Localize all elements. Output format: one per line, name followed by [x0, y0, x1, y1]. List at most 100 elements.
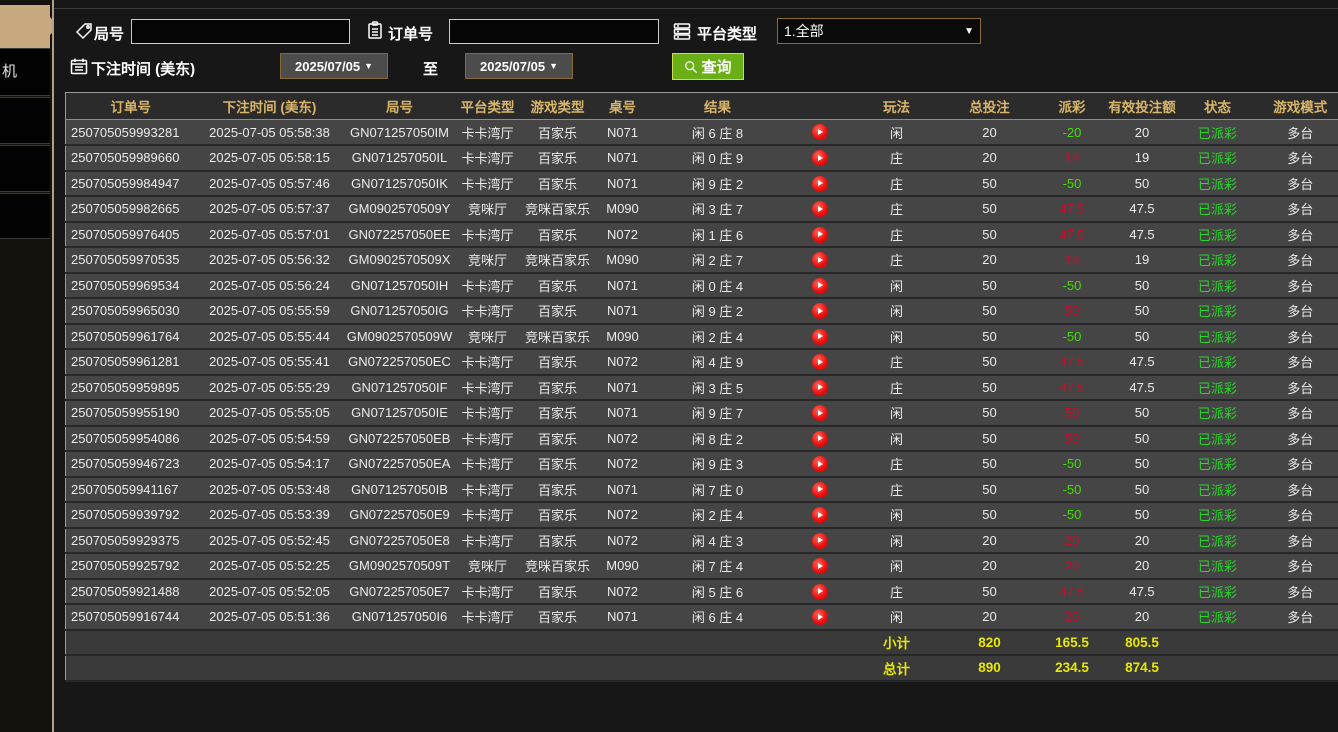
- bet-time-cell: 2025-07-05 05:57:46: [195, 170, 344, 197]
- payout-cell: -50: [1039, 502, 1105, 529]
- game-mode-cell: 多台: [1255, 578, 1338, 605]
- table-row: 250705059970535 2025-07-05 05:56:32 GM09…: [65, 247, 1338, 274]
- replay-play-icon[interactable]: [811, 532, 828, 549]
- replay-play-icon[interactable]: [811, 252, 828, 269]
- platform-cell: 卡卡湾厅: [455, 170, 520, 197]
- replay-play-icon[interactable]: [811, 303, 828, 320]
- payout-cell: 47.5: [1039, 349, 1105, 376]
- result-cell: 闲 9 庄 2: [649, 170, 786, 197]
- replay-play-icon[interactable]: [811, 507, 828, 524]
- bet-time-cell: 2025-07-05 05:55:44: [195, 323, 344, 350]
- table-number-cell: N071: [595, 119, 650, 146]
- replay-play-icon[interactable]: [811, 124, 828, 141]
- replay-play-icon[interactable]: [811, 354, 828, 371]
- play-type-cell: 庄: [853, 196, 940, 223]
- replay-play-icon[interactable]: [811, 558, 828, 575]
- replay-cell: [785, 400, 854, 427]
- table-number-cell: M090: [595, 553, 650, 580]
- replay-play-icon[interactable]: [811, 609, 828, 626]
- game-mode-cell: 多台: [1255, 221, 1338, 248]
- round-number-cell: GN072257050E9: [343, 502, 456, 529]
- bet-time-cell: 2025-07-05 05:55:41: [195, 349, 344, 376]
- status-cell: 已派彩: [1179, 119, 1256, 146]
- valid-bet-cell: 19: [1104, 247, 1180, 274]
- round-number-cell: GN071257050IK: [343, 170, 456, 197]
- replay-play-icon[interactable]: [811, 277, 828, 294]
- order-number-cell: 250705059970535: [65, 247, 196, 274]
- replay-play-icon[interactable]: [811, 201, 828, 218]
- replay-cell: [785, 119, 854, 146]
- replay-play-icon[interactable]: [811, 328, 828, 345]
- valid-bet-cell: 50: [1104, 502, 1180, 529]
- sidebar-item-2[interactable]: [0, 97, 50, 144]
- status-cell: 已派彩: [1179, 578, 1256, 605]
- result-cell: 闲 8 庄 2: [649, 425, 786, 452]
- replay-play-icon[interactable]: [811, 175, 828, 192]
- status-cell: 已派彩: [1179, 451, 1256, 478]
- round-number-input[interactable]: [131, 19, 350, 44]
- sidebar-active-tab[interactable]: [0, 5, 59, 48]
- table-number-cell: N072: [595, 451, 650, 478]
- replay-play-icon[interactable]: [811, 226, 828, 243]
- date-from-select[interactable]: 2025/07/05 ▼: [280, 53, 388, 79]
- status-cell: 已派彩: [1179, 196, 1256, 223]
- col-bet-time: 下注时间 (美东): [195, 92, 344, 120]
- payout-cell: -50: [1039, 170, 1105, 197]
- replay-play-icon[interactable]: [811, 583, 828, 600]
- replay-cell: [785, 476, 854, 503]
- search-button[interactable]: 查询: [672, 53, 744, 80]
- platform-cell: 卡卡湾厅: [455, 145, 520, 172]
- game-type-cell: 百家乐: [519, 298, 596, 325]
- result-cell: 闲 2 庄 7: [649, 247, 786, 274]
- platform-cell: 卡卡湾厅: [455, 374, 520, 401]
- table-number-cell: N071: [595, 170, 650, 197]
- bet-time-cell: 2025-07-05 05:52:45: [195, 527, 344, 554]
- status-cell: 已派彩: [1179, 323, 1256, 350]
- valid-bet-cell: 50: [1104, 170, 1180, 197]
- valid-bet-cell: 20: [1104, 553, 1180, 580]
- bet-time-cell: 2025-07-05 05:52:25: [195, 553, 344, 580]
- valid-bet-cell: 20: [1104, 527, 1180, 554]
- order-number-input[interactable]: [449, 19, 659, 44]
- table-row: 250705059989660 2025-07-05 05:58:15 GN07…: [65, 145, 1338, 172]
- chevron-down-icon: ▼: [549, 61, 558, 71]
- sidebar-item-4[interactable]: [0, 193, 50, 239]
- replay-play-icon[interactable]: [811, 405, 828, 422]
- table-number-cell: N071: [595, 374, 650, 401]
- replay-play-icon[interactable]: [811, 481, 828, 498]
- table-row: 250705059961764 2025-07-05 05:55:44 GM09…: [65, 323, 1338, 350]
- platform-cell: 竞咪厅: [455, 196, 520, 223]
- platform-cell: 卡卡湾厅: [455, 119, 520, 146]
- play-type-cell: 闲: [853, 527, 940, 554]
- bet-time-cell: 2025-07-05 05:55:59: [195, 298, 344, 325]
- grand-total-row: 总计 890 234.5 874.5: [65, 655, 1338, 682]
- play-type-cell: 庄: [853, 247, 940, 274]
- replay-cell: [785, 527, 854, 554]
- platform-cell: 竞咪厅: [455, 553, 520, 580]
- replay-play-icon[interactable]: [811, 430, 828, 447]
- result-cell: 闲 4 庄 3: [649, 527, 786, 554]
- col-platform: 平台类型: [455, 92, 520, 120]
- replay-cell: [785, 221, 854, 248]
- game-mode-cell: 多台: [1255, 298, 1338, 325]
- replay-play-icon[interactable]: [811, 456, 828, 473]
- result-cell: 闲 2 庄 4: [649, 323, 786, 350]
- sidebar-item-machine[interactable]: 机: [0, 48, 50, 96]
- sidebar-item-3[interactable]: [0, 145, 50, 192]
- round-number-cell: GM0902570509X: [343, 247, 456, 274]
- round-number-cell: GN071257050IE: [343, 400, 456, 427]
- replay-play-icon[interactable]: [811, 150, 828, 167]
- result-cell: 闲 1 庄 6: [649, 221, 786, 248]
- game-mode-cell: 多台: [1255, 553, 1338, 580]
- tag-icon: [75, 23, 92, 40]
- col-game-mode: 游戏模式: [1255, 92, 1338, 120]
- platform-type-select[interactable]: 1.全部 ▼: [777, 18, 981, 44]
- replay-play-icon[interactable]: [811, 379, 828, 396]
- date-from-value: 2025/07/05: [295, 58, 361, 74]
- status-cell: 已派彩: [1179, 298, 1256, 325]
- result-cell: 闲 9 庄 2: [649, 298, 786, 325]
- round-number-cell: GN072257050EC: [343, 349, 456, 376]
- payout-cell: 47.5: [1039, 374, 1105, 401]
- date-to-select[interactable]: 2025/07/05 ▼: [465, 53, 573, 79]
- col-valid-bet: 有效投注额: [1104, 92, 1180, 120]
